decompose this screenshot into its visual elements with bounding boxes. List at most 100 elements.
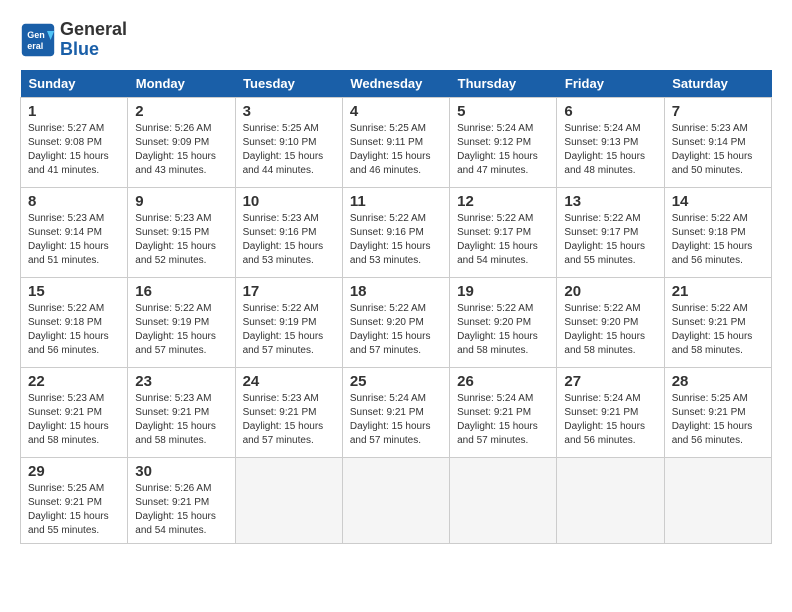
calendar-week-row: 22 Sunrise: 5:23 AMSunset: 9:21 PMDaylig… [21, 367, 772, 457]
day-number: 7 [672, 103, 764, 120]
day-info: Sunrise: 5:22 AMSunset: 9:17 PMDaylight:… [457, 212, 549, 268]
calendar-cell: 6 Sunrise: 5:24 AMSunset: 9:13 PMDayligh… [557, 97, 664, 187]
calendar-cell: 20 Sunrise: 5:22 AMSunset: 9:20 PMDaylig… [557, 277, 664, 367]
calendar-cell: 7 Sunrise: 5:23 AMSunset: 9:14 PMDayligh… [664, 97, 771, 187]
day-number: 29 [28, 463, 120, 480]
day-info: Sunrise: 5:22 AMSunset: 9:19 PMDaylight:… [243, 302, 335, 358]
day-info: Sunrise: 5:23 AMSunset: 9:21 PMDaylight:… [135, 392, 227, 448]
day-number: 10 [243, 193, 335, 210]
calendar-cell: 30 Sunrise: 5:26 AMSunset: 9:21 PMDaylig… [128, 457, 235, 543]
calendar-cell: 19 Sunrise: 5:22 AMSunset: 9:20 PMDaylig… [450, 277, 557, 367]
calendar-cell: 26 Sunrise: 5:24 AMSunset: 9:21 PMDaylig… [450, 367, 557, 457]
calendar-cell: 27 Sunrise: 5:24 AMSunset: 9:21 PMDaylig… [557, 367, 664, 457]
day-number: 3 [243, 103, 335, 120]
day-number: 12 [457, 193, 549, 210]
day-info: Sunrise: 5:24 AMSunset: 9:21 PMDaylight:… [457, 392, 549, 448]
day-info: Sunrise: 5:25 AMSunset: 9:21 PMDaylight:… [28, 482, 120, 538]
calendar-cell: 1 Sunrise: 5:27 AMSunset: 9:08 PMDayligh… [21, 97, 128, 187]
svg-text:eral: eral [27, 41, 43, 51]
day-info: Sunrise: 5:26 AMSunset: 9:21 PMDaylight:… [135, 482, 227, 538]
day-info: Sunrise: 5:24 AMSunset: 9:13 PMDaylight:… [564, 122, 656, 178]
calendar-body: 1 Sunrise: 5:27 AMSunset: 9:08 PMDayligh… [21, 97, 772, 543]
logo-icon: Gen eral [20, 22, 56, 58]
calendar-cell: 18 Sunrise: 5:22 AMSunset: 9:20 PMDaylig… [342, 277, 449, 367]
calendar-header-sunday: Sunday [21, 70, 128, 98]
day-number: 18 [350, 283, 442, 300]
calendar-cell: 11 Sunrise: 5:22 AMSunset: 9:16 PMDaylig… [342, 187, 449, 277]
day-number: 16 [135, 283, 227, 300]
day-info: Sunrise: 5:22 AMSunset: 9:16 PMDaylight:… [350, 212, 442, 268]
day-info: Sunrise: 5:26 AMSunset: 9:09 PMDaylight:… [135, 122, 227, 178]
day-number: 6 [564, 103, 656, 120]
calendar-header-saturday: Saturday [664, 70, 771, 98]
day-info: Sunrise: 5:23 AMSunset: 9:21 PMDaylight:… [28, 392, 120, 448]
day-info: Sunrise: 5:23 AMSunset: 9:15 PMDaylight:… [135, 212, 227, 268]
day-number: 23 [135, 373, 227, 390]
calendar-week-row: 29 Sunrise: 5:25 AMSunset: 9:21 PMDaylig… [21, 457, 772, 543]
calendar-cell [664, 457, 771, 543]
day-number: 1 [28, 103, 120, 120]
logo: Gen eral General Blue [20, 20, 127, 60]
calendar-cell: 2 Sunrise: 5:26 AMSunset: 9:09 PMDayligh… [128, 97, 235, 187]
day-number: 15 [28, 283, 120, 300]
calendar-cell: 17 Sunrise: 5:22 AMSunset: 9:19 PMDaylig… [235, 277, 342, 367]
day-info: Sunrise: 5:27 AMSunset: 9:08 PMDaylight:… [28, 122, 120, 178]
calendar-cell: 25 Sunrise: 5:24 AMSunset: 9:21 PMDaylig… [342, 367, 449, 457]
day-number: 26 [457, 373, 549, 390]
day-info: Sunrise: 5:23 AMSunset: 9:16 PMDaylight:… [243, 212, 335, 268]
calendar-header-monday: Monday [128, 70, 235, 98]
day-info: Sunrise: 5:23 AMSunset: 9:21 PMDaylight:… [243, 392, 335, 448]
calendar-header-row: SundayMondayTuesdayWednesdayThursdayFrid… [21, 70, 772, 98]
calendar-cell: 12 Sunrise: 5:22 AMSunset: 9:17 PMDaylig… [450, 187, 557, 277]
calendar-cell: 24 Sunrise: 5:23 AMSunset: 9:21 PMDaylig… [235, 367, 342, 457]
calendar-cell: 9 Sunrise: 5:23 AMSunset: 9:15 PMDayligh… [128, 187, 235, 277]
calendar-cell: 29 Sunrise: 5:25 AMSunset: 9:21 PMDaylig… [21, 457, 128, 543]
calendar-cell: 23 Sunrise: 5:23 AMSunset: 9:21 PMDaylig… [128, 367, 235, 457]
calendar-cell [450, 457, 557, 543]
calendar-cell: 13 Sunrise: 5:22 AMSunset: 9:17 PMDaylig… [557, 187, 664, 277]
day-number: 22 [28, 373, 120, 390]
day-info: Sunrise: 5:22 AMSunset: 9:19 PMDaylight:… [135, 302, 227, 358]
calendar-week-row: 1 Sunrise: 5:27 AMSunset: 9:08 PMDayligh… [21, 97, 772, 187]
day-number: 28 [672, 373, 764, 390]
calendar-cell: 5 Sunrise: 5:24 AMSunset: 9:12 PMDayligh… [450, 97, 557, 187]
day-number: 25 [350, 373, 442, 390]
day-info: Sunrise: 5:22 AMSunset: 9:18 PMDaylight:… [672, 212, 764, 268]
day-number: 8 [28, 193, 120, 210]
calendar-cell: 10 Sunrise: 5:23 AMSunset: 9:16 PMDaylig… [235, 187, 342, 277]
day-number: 27 [564, 373, 656, 390]
calendar-cell: 15 Sunrise: 5:22 AMSunset: 9:18 PMDaylig… [21, 277, 128, 367]
day-info: Sunrise: 5:23 AMSunset: 9:14 PMDaylight:… [672, 122, 764, 178]
day-info: Sunrise: 5:24 AMSunset: 9:12 PMDaylight:… [457, 122, 549, 178]
calendar-week-row: 15 Sunrise: 5:22 AMSunset: 9:18 PMDaylig… [21, 277, 772, 367]
day-number: 4 [350, 103, 442, 120]
calendar-cell: 14 Sunrise: 5:22 AMSunset: 9:18 PMDaylig… [664, 187, 771, 277]
calendar-cell: 8 Sunrise: 5:23 AMSunset: 9:14 PMDayligh… [21, 187, 128, 277]
day-number: 2 [135, 103, 227, 120]
calendar-cell [557, 457, 664, 543]
day-info: Sunrise: 5:24 AMSunset: 9:21 PMDaylight:… [350, 392, 442, 448]
day-number: 17 [243, 283, 335, 300]
page-header: Gen eral General Blue [20, 20, 772, 60]
calendar-cell: 16 Sunrise: 5:22 AMSunset: 9:19 PMDaylig… [128, 277, 235, 367]
calendar-cell: 21 Sunrise: 5:22 AMSunset: 9:21 PMDaylig… [664, 277, 771, 367]
calendar-cell [235, 457, 342, 543]
day-number: 14 [672, 193, 764, 210]
day-number: 21 [672, 283, 764, 300]
svg-text:Gen: Gen [27, 30, 45, 40]
day-info: Sunrise: 5:25 AMSunset: 9:11 PMDaylight:… [350, 122, 442, 178]
day-info: Sunrise: 5:23 AMSunset: 9:14 PMDaylight:… [28, 212, 120, 268]
calendar-cell: 22 Sunrise: 5:23 AMSunset: 9:21 PMDaylig… [21, 367, 128, 457]
calendar-cell: 28 Sunrise: 5:25 AMSunset: 9:21 PMDaylig… [664, 367, 771, 457]
calendar-cell: 4 Sunrise: 5:25 AMSunset: 9:11 PMDayligh… [342, 97, 449, 187]
calendar-header-thursday: Thursday [450, 70, 557, 98]
day-info: Sunrise: 5:22 AMSunset: 9:17 PMDaylight:… [564, 212, 656, 268]
day-number: 19 [457, 283, 549, 300]
calendar-week-row: 8 Sunrise: 5:23 AMSunset: 9:14 PMDayligh… [21, 187, 772, 277]
calendar-cell [342, 457, 449, 543]
day-info: Sunrise: 5:25 AMSunset: 9:21 PMDaylight:… [672, 392, 764, 448]
day-number: 30 [135, 463, 227, 480]
day-number: 9 [135, 193, 227, 210]
calendar-header-wednesday: Wednesday [342, 70, 449, 98]
logo-text: General Blue [60, 20, 127, 60]
